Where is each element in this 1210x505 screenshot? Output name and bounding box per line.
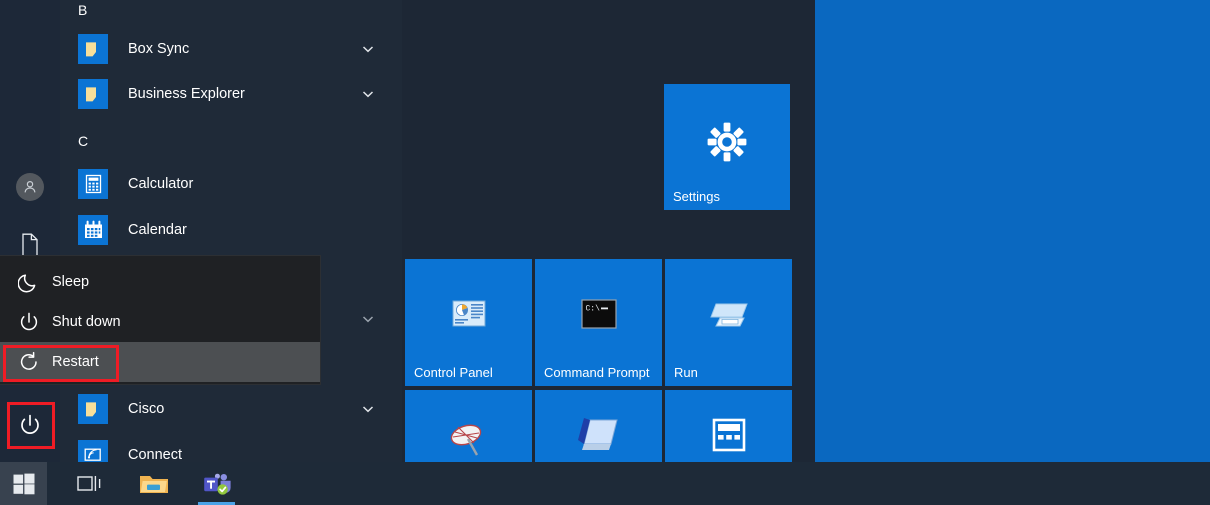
task-view-icon [76, 473, 103, 495]
restart-icon [18, 351, 40, 373]
document-icon [20, 233, 40, 257]
power-menu-item-label: Shut down [52, 314, 121, 330]
rail-item-power[interactable] [14, 409, 46, 441]
taskbar-start-button[interactable] [0, 462, 47, 505]
app-list-item-label: Box Sync [128, 41, 190, 57]
tile-label: Command Prompt [544, 365, 650, 380]
gear-icon [664, 118, 790, 166]
power-menu-item-label: Restart [52, 354, 99, 370]
chevron-down-icon[interactable] [360, 311, 376, 327]
taskbar-file-explorer-button[interactable] [130, 462, 177, 505]
tile-label: Control Panel [414, 365, 493, 380]
app-list-item-calculator[interactable]: Calculator [60, 165, 402, 203]
power-menu-item-sleep[interactable]: Sleep [0, 262, 320, 302]
tile-dialup[interactable] [405, 390, 532, 462]
app-list-item-business-explorer[interactable]: Business Explorer [60, 75, 402, 113]
start-menu: B Box Sync Business Explorer C Calculato… [0, 0, 815, 462]
taskbar-task-view-button[interactable] [66, 462, 113, 505]
folder-icon [78, 79, 108, 109]
calculator-icon [78, 169, 108, 199]
tile-label: Settings [673, 189, 720, 204]
power-menu-item-shut-down[interactable]: Shut down [0, 302, 320, 342]
tile-label: Run [674, 365, 698, 380]
chevron-down-icon[interactable] [360, 86, 376, 102]
taskbar [0, 462, 1210, 505]
power-menu-item-restart[interactable]: Restart [0, 342, 320, 382]
chevron-down-icon[interactable] [360, 401, 376, 417]
file-explorer-icon [139, 472, 169, 496]
app-list-item-label: Cisco [128, 401, 165, 417]
windows-logo-icon [13, 473, 35, 495]
calculator-tile-icon [665, 418, 792, 452]
power-menu-item-label: Sleep [52, 274, 90, 290]
screen: B Box Sync Business Explorer C Calculato… [0, 0, 1210, 505]
app-list-item-calendar[interactable]: Calendar [60, 211, 402, 249]
app-list[interactable]: B Box Sync Business Explorer C Calculato… [60, 0, 402, 462]
app-list-item-box-sync[interactable]: Box Sync [60, 30, 402, 68]
power-flyout-menu: Sleep Shut down Restart [0, 256, 320, 384]
tile-calculator[interactable] [665, 390, 792, 462]
svg-text:C:\: C:\ [585, 305, 600, 314]
rail-item-user-account[interactable] [14, 171, 46, 203]
control-panel-icon [405, 299, 532, 329]
chevron-down-icon[interactable] [360, 41, 376, 57]
command-prompt-icon: C:\ [535, 299, 662, 329]
taskbar-teams-button[interactable] [193, 462, 240, 505]
tile-command-prompt[interactable]: C:\ Command Prompt [535, 259, 662, 386]
remote-desktop-icon [535, 416, 662, 456]
app-list-item-cisco[interactable]: Cisco [60, 390, 402, 428]
run-icon [665, 301, 792, 329]
start-menu-left-rail [0, 0, 60, 462]
tile-run[interactable]: Run [665, 259, 792, 386]
tile-control-panel[interactable]: Control Panel [405, 259, 532, 386]
app-group-letter: C [78, 133, 89, 149]
calendar-icon [78, 215, 108, 245]
dialup-icon [405, 418, 532, 460]
app-list-item-label: Calendar [128, 222, 187, 238]
app-group-letter: B [78, 2, 88, 18]
folder-icon [78, 34, 108, 64]
tile-settings[interactable]: Settings [664, 84, 790, 210]
app-list-item-label: Connect [128, 447, 183, 462]
app-list-item-label: Calculator [128, 176, 194, 192]
app-list-item-label: Business Explorer [128, 86, 245, 102]
tile-remote-desktop[interactable] [535, 390, 662, 462]
moon-icon [18, 271, 40, 293]
connect-icon [78, 440, 108, 462]
user-avatar-icon [16, 173, 44, 201]
app-list-item-connect[interactable]: Connect [60, 436, 402, 462]
folder-icon [78, 394, 108, 424]
power-icon [18, 311, 40, 333]
power-icon [18, 413, 42, 437]
teams-icon [202, 472, 232, 496]
tiles-area: Settings Control Panel C:\ Command Promp… [402, 0, 815, 462]
